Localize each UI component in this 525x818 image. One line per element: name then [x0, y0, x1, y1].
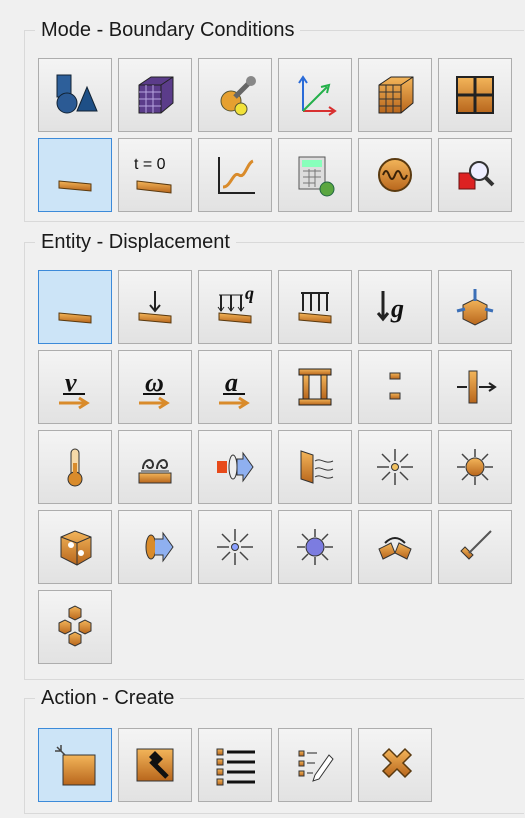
displacement-button[interactable] — [38, 270, 112, 344]
svg-text:ω: ω — [145, 368, 164, 397]
nodal-heat-icon — [291, 523, 339, 571]
panel-grid-icon — [451, 71, 499, 119]
distributed-load-icon — [291, 283, 339, 331]
force-icon — [131, 283, 179, 331]
convection-button[interactable] — [118, 430, 192, 504]
svg-text:g: g — [390, 294, 404, 323]
point-source-button[interactable] — [358, 430, 432, 504]
radiation-surface-button[interactable] — [278, 430, 352, 504]
displacement-icon — [51, 283, 99, 331]
radiation-surface-icon — [291, 443, 339, 491]
action-group-title: Action - Create — [35, 686, 181, 710]
assembly-cubes-button[interactable] — [38, 590, 112, 664]
force-button[interactable] — [118, 270, 192, 344]
calculator-gear-button[interactable] — [278, 138, 352, 212]
modify-hammer-icon — [131, 741, 179, 789]
tools-properties-icon — [211, 71, 259, 119]
list-icon — [211, 741, 259, 789]
boundary-conditions-button[interactable] — [38, 138, 112, 212]
convection-icon — [131, 443, 179, 491]
heat-source-icon — [451, 443, 499, 491]
pressure-q-icon: q — [211, 283, 259, 331]
surface-heat-flux-button[interactable] — [118, 510, 192, 584]
thermometer-button[interactable] — [38, 430, 112, 504]
gravity-button[interactable]: g — [358, 270, 432, 344]
angular-velocity-button[interactable]: ω — [118, 350, 192, 424]
edit-list-icon — [291, 741, 339, 789]
slider-bar-button[interactable] — [438, 510, 512, 584]
coordinate-system-button[interactable] — [278, 58, 352, 132]
slider-bar-icon — [451, 523, 499, 571]
surface-heat-flux-icon — [131, 523, 179, 571]
create-new-button[interactable] — [38, 728, 112, 802]
gravity-icon: g — [371, 283, 419, 331]
modify-hammer-button[interactable] — [118, 728, 192, 802]
mesh-cube-button[interactable] — [118, 58, 192, 132]
delete-x-icon — [371, 741, 419, 789]
angular-velocity-icon: ω — [131, 363, 179, 411]
mesh-grid-cube-button[interactable] — [358, 58, 432, 132]
point-source-small-button[interactable] — [198, 510, 272, 584]
inspect-magnifier-icon — [451, 151, 499, 199]
point-source-icon — [371, 443, 419, 491]
hinge-joint-button[interactable] — [358, 510, 432, 584]
rigid-link-button[interactable] — [438, 350, 512, 424]
volumetric-heat-icon — [51, 523, 99, 571]
mode-group-title: Mode - Boundary Conditions — [35, 18, 301, 42]
entity-group-title: Entity - Displacement — [35, 230, 236, 254]
mesh-cube-icon — [131, 71, 179, 119]
connector-button[interactable] — [358, 350, 432, 424]
beam-columns-button[interactable] — [278, 350, 352, 424]
inspect-magnifier-button[interactable] — [438, 138, 512, 212]
geometry-shapes-icon — [51, 71, 99, 119]
distributed-load-button[interactable] — [278, 270, 352, 344]
svg-text:t = 0: t = 0 — [134, 156, 166, 173]
connector-icon — [371, 363, 419, 411]
tools-properties-button[interactable] — [198, 58, 272, 132]
mesh-grid-cube-icon — [371, 71, 419, 119]
svg-text:v: v — [65, 368, 77, 397]
velocity-icon: v — [51, 363, 99, 411]
initial-conditions-icon: t = 0 — [131, 151, 179, 199]
assembly-cubes-icon — [51, 603, 99, 651]
acceleration-icon: a — [211, 363, 259, 411]
vibration-wave-icon — [371, 151, 419, 199]
heat-flux-button[interactable] — [198, 430, 272, 504]
geometry-shapes-button[interactable] — [38, 58, 112, 132]
delete-x-button[interactable] — [358, 728, 432, 802]
rigid-link-icon — [451, 363, 499, 411]
pressure-q-button[interactable]: q — [198, 270, 272, 344]
cube-constraint-icon — [451, 283, 499, 331]
coordinate-system-icon — [291, 71, 339, 119]
edit-list-button[interactable] — [278, 728, 352, 802]
beam-columns-icon — [291, 363, 339, 411]
thermometer-icon — [51, 443, 99, 491]
svg-text:q: q — [245, 283, 254, 303]
point-source-small-icon — [211, 523, 259, 571]
list-button[interactable] — [198, 728, 272, 802]
velocity-button[interactable]: v — [38, 350, 112, 424]
heat-source-button[interactable] — [438, 430, 512, 504]
acceleration-button[interactable]: a — [198, 350, 272, 424]
hinge-joint-icon — [371, 523, 419, 571]
svg-text:a: a — [225, 368, 238, 397]
curve-plot-button[interactable] — [198, 138, 272, 212]
calculator-gear-icon — [291, 151, 339, 199]
curve-plot-icon — [211, 151, 259, 199]
cube-constraint-button[interactable] — [438, 270, 512, 344]
boundary-conditions-icon — [51, 151, 99, 199]
vibration-wave-button[interactable] — [358, 138, 432, 212]
heat-flux-icon — [211, 443, 259, 491]
volumetric-heat-button[interactable] — [38, 510, 112, 584]
initial-conditions-button[interactable]: t = 0 — [118, 138, 192, 212]
panel-grid-button[interactable] — [438, 58, 512, 132]
nodal-heat-button[interactable] — [278, 510, 352, 584]
create-new-icon — [51, 741, 99, 789]
